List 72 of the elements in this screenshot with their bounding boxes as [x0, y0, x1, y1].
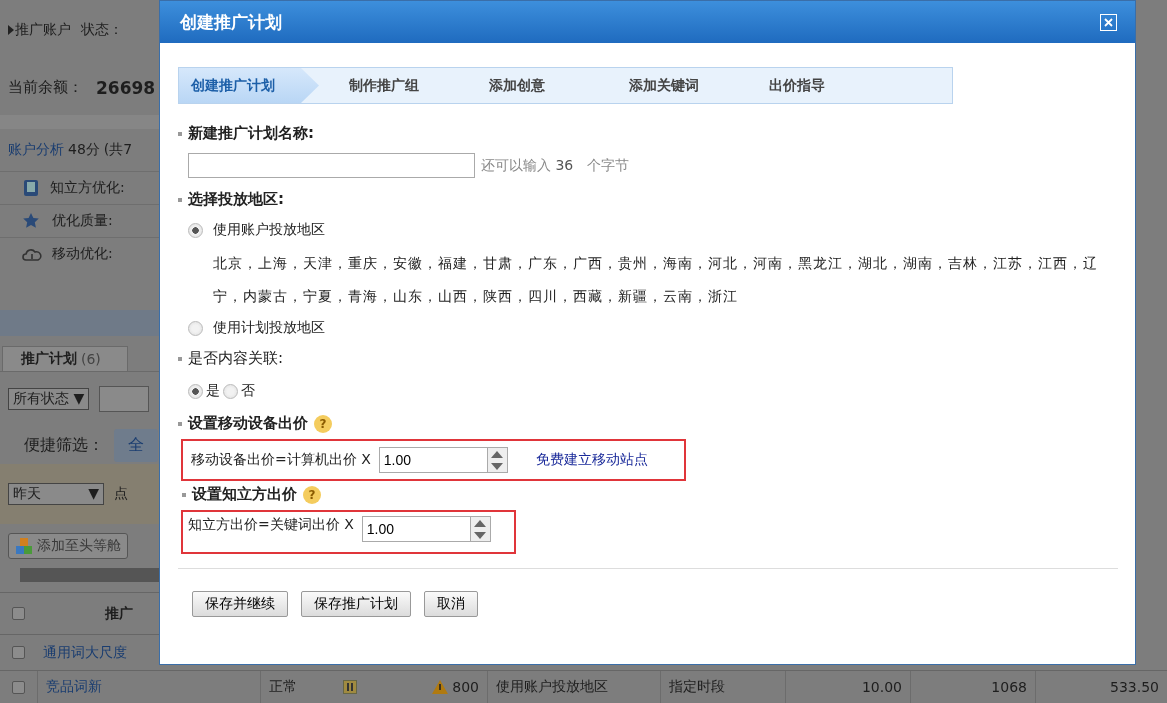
bid-input[interactable]: 1.00	[361, 516, 470, 542]
dialog-button[interactable]: 保存推广计划	[301, 591, 411, 617]
plan-name-link[interactable]: 竞品词新	[46, 678, 102, 696]
date-select[interactable]: 昨天 ▼	[8, 483, 104, 505]
radio-button[interactable]	[223, 383, 238, 399]
bid-formula: 知立方出价=关键词出价 X	[188, 516, 354, 534]
metric-select-label: 点	[114, 485, 128, 503]
bid-formula: 移动设备出价=计算机出价 X	[191, 451, 371, 469]
content-relation-label: 是否内容关联:	[188, 349, 284, 368]
help-icon[interactable]: ?	[314, 414, 332, 433]
radio-button[interactable]	[188, 383, 203, 399]
status-label: 状态：	[81, 21, 123, 39]
blocks-icon	[15, 537, 33, 555]
radio-button[interactable]	[188, 222, 203, 238]
step-tab[interactable]: 创建推广计划	[179, 68, 319, 103]
region-option-label: 使用计划投放地区	[213, 319, 325, 337]
warning-icon	[432, 680, 449, 694]
step-tab[interactable]: 制作推广组	[319, 68, 459, 103]
bid-input[interactable]: 1.00	[378, 447, 487, 473]
schedule-cell: 指定时段	[669, 678, 725, 696]
close-button[interactable]	[1100, 13, 1117, 31]
metric-label: 知立方优化:	[50, 179, 125, 197]
region-cell: 使用账户投放地区	[496, 678, 608, 696]
row-checkbox[interactable]	[12, 646, 25, 659]
filter-all-button[interactable]: 全	[114, 428, 158, 462]
analysis-score: 48分	[68, 141, 100, 159]
step-tab[interactable]: 添加关键词	[599, 68, 739, 103]
dialog-title: 创建推广计划	[180, 10, 282, 34]
help-icon[interactable]: ?	[303, 485, 321, 504]
balance-label: 当前余额：	[8, 78, 83, 97]
dialog-button[interactable]: 保存并继续	[192, 591, 288, 617]
status-select[interactable]: 所有状态 ▼	[8, 388, 90, 410]
quick-filter-label: 便捷筛选：	[24, 434, 104, 456]
radio-button[interactable]	[188, 320, 203, 336]
region-option-label: 使用账户投放地区	[213, 221, 325, 239]
column-header: 推广	[105, 604, 133, 623]
mobile-site-link[interactable]: 免费建立移动站点	[535, 451, 648, 469]
horizontal-scrollbar[interactable]	[20, 568, 159, 582]
bid-section-title: 设置移动设备出价	[188, 414, 308, 433]
step-tab[interactable]: 出价指导	[739, 68, 879, 103]
row-checkbox[interactable]	[12, 680, 25, 694]
metric-label: 移动优化:	[52, 245, 113, 263]
region-list: 北京，上海，天津，重庆，安徽，福建，甘肃，广东，广西，贵州，海南，河北，河南，黑龙江，湖北，湖南，吉林，江苏，江西，辽宁，内蒙古，宁夏，青海，山东，山西，陕西，四川，西藏，新疆，云南，浙江	[178, 247, 1113, 313]
bid-section-title: 设置知立方出价	[192, 485, 297, 504]
pause-icon[interactable]	[343, 680, 357, 694]
triangle-icon	[8, 25, 14, 35]
analysis-count: (共7	[103, 141, 133, 159]
select-all-checkbox[interactable]	[12, 607, 25, 620]
clicks-cell: 1068	[991, 679, 1027, 695]
region-label: 选择投放地区:	[188, 190, 284, 209]
relation-option-label: 否	[241, 382, 255, 400]
remaining-hint: 还可以输入 36 个字节	[481, 156, 629, 175]
close-icon	[1104, 17, 1113, 27]
cost-cell: 533.50	[1110, 679, 1159, 695]
quality-cell: 800	[452, 679, 479, 695]
add-first-class-button[interactable]: 添加至头等舱	[8, 533, 128, 559]
bid-cell: 10.00	[861, 679, 902, 695]
dialog-button[interactable]: 取消	[424, 591, 478, 617]
plan-name-link[interactable]: 通用词大尺度	[43, 643, 127, 662]
step-tab[interactable]: 添加创意	[459, 68, 599, 103]
plan-name-label: 新建推广计划名称:	[188, 124, 314, 143]
status-cell: 正常	[269, 678, 297, 696]
cloud-icon	[22, 246, 42, 262]
search-field[interactable]	[99, 386, 150, 412]
plan-tab[interactable]: 推广计划 (6)	[2, 346, 128, 371]
relation-option-label: 是	[206, 382, 220, 400]
account-title[interactable]: 推广账户	[15, 21, 71, 39]
book-icon	[22, 179, 40, 197]
plan-name-input[interactable]	[188, 153, 475, 178]
balance-value: 26698	[96, 77, 156, 98]
account-analysis-link[interactable]: 账户分析	[8, 141, 64, 159]
metric-label: 优化质量:	[52, 212, 113, 230]
